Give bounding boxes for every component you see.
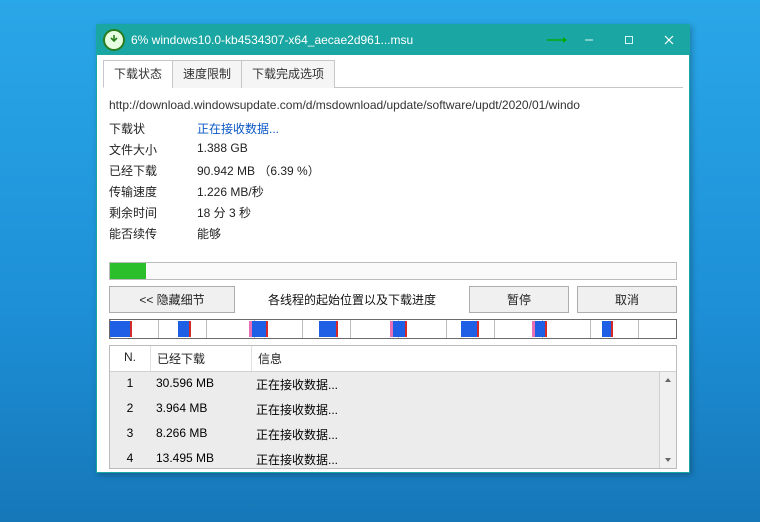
cell-info: 正在接收数据... — [250, 424, 676, 445]
desktop: 6% windows10.0-kb4534307-x64_aecae2d961.… — [0, 0, 760, 522]
cell-n: 4 — [110, 449, 150, 468]
col-downloaded[interactable]: 已经下载 — [151, 346, 252, 371]
cell-downloaded: 8.266 MB — [150, 424, 250, 445]
titlebar[interactable]: 6% windows10.0-kb4534307-x64_aecae2d961.… — [97, 25, 689, 55]
segment-blue — [461, 321, 477, 337]
threads-label: 各线程的起始位置以及下载进度 — [243, 291, 461, 308]
segment-red — [189, 321, 191, 337]
idm-app-icon — [103, 29, 125, 51]
table-row[interactable]: 130.596 MB正在接收数据... — [110, 372, 676, 397]
segment-red — [545, 321, 547, 337]
segment-red — [266, 321, 268, 337]
value-speed: 1.226 MB/秒 — [197, 183, 677, 200]
segment-red — [336, 321, 338, 337]
pause-button[interactable]: 暂停 — [469, 286, 569, 313]
scroll-down-icon[interactable] — [660, 452, 676, 468]
cancel-button[interactable]: 取消 — [577, 286, 677, 313]
cell-downloaded: 30.596 MB — [150, 374, 250, 395]
segment-red — [405, 321, 407, 337]
download-details-panel: http://download.windowsupdate.com/d/msdo… — [97, 88, 689, 250]
segments-strip — [109, 319, 677, 339]
segment-blue — [319, 321, 336, 337]
scroll-up-icon[interactable] — [660, 372, 676, 388]
label-resume: 能否续传 — [109, 225, 197, 242]
cell-downloaded: 13.495 MB — [150, 449, 250, 468]
label-downloaded: 已经下载 — [109, 162, 197, 179]
segment-blue — [393, 321, 405, 337]
segment-red — [611, 321, 613, 337]
tab-completion-options[interactable]: 下载完成选项 — [241, 60, 335, 88]
cell-downloaded: 3.964 MB — [150, 399, 250, 420]
arrow-extension-icon — [545, 36, 569, 44]
download-dialog: 6% windows10.0-kb4534307-x64_aecae2d961.… — [96, 24, 690, 473]
segment-blue — [602, 321, 611, 337]
segment-red — [477, 321, 479, 337]
overall-progress-fill — [110, 263, 146, 279]
threads-scrollbar[interactable] — [659, 372, 676, 468]
download-url: http://download.windowsupdate.com/d/msdo… — [109, 98, 677, 112]
close-button[interactable] — [649, 25, 689, 55]
cell-n: 2 — [110, 399, 150, 420]
tab-status[interactable]: 下载状态 — [103, 60, 173, 88]
col-n[interactable]: N. — [110, 346, 151, 371]
segment-red — [130, 321, 132, 337]
hide-details-button[interactable]: << 隐藏细节 — [109, 286, 235, 313]
segment-blue — [535, 321, 545, 337]
cell-info: 正在接收数据... — [250, 449, 676, 468]
value-resume: 能够 — [197, 225, 677, 242]
col-info[interactable]: 信息 — [252, 346, 676, 371]
value-eta: 18 分 3 秒 — [197, 204, 677, 221]
table-row[interactable]: 413.495 MB正在接收数据... — [110, 447, 676, 468]
cell-n: 3 — [110, 424, 150, 445]
table-row[interactable]: 23.964 MB正在接收数据... — [110, 397, 676, 422]
segment-blue — [110, 321, 130, 337]
cell-info: 正在接收数据... — [250, 399, 676, 420]
tab-speed-limit[interactable]: 速度限制 — [172, 60, 242, 88]
label-speed: 传输速度 — [109, 183, 197, 200]
label-status: 下载状 — [109, 120, 197, 137]
window-title: 6% windows10.0-kb4534307-x64_aecae2d961.… — [131, 33, 413, 47]
overall-progress-bar — [109, 262, 677, 280]
label-eta: 剩余时间 — [109, 204, 197, 221]
maximize-button[interactable] — [609, 25, 649, 55]
minimize-button[interactable] — [569, 25, 609, 55]
threads-table: N. 已经下载 信息 130.596 MB正在接收数据...23.964 MB正… — [109, 345, 677, 469]
value-downloaded: 90.942 MB （6.39 %） — [197, 162, 677, 179]
value-file-size: 1.388 GB — [197, 141, 677, 158]
table-row[interactable]: 38.266 MB正在接收数据... — [110, 422, 676, 447]
threads-header: N. 已经下载 信息 — [110, 346, 676, 372]
tabs: 下载状态 速度限制 下载完成选项 — [103, 59, 683, 88]
threads-body: 130.596 MB正在接收数据...23.964 MB正在接收数据...38.… — [110, 372, 676, 468]
value-status: 正在接收数据... — [197, 120, 677, 137]
cell-info: 正在接收数据... — [250, 374, 676, 395]
segment-blue — [178, 321, 189, 337]
label-file-size: 文件大小 — [109, 141, 197, 158]
segment-blue — [252, 321, 266, 337]
cell-n: 1 — [110, 374, 150, 395]
